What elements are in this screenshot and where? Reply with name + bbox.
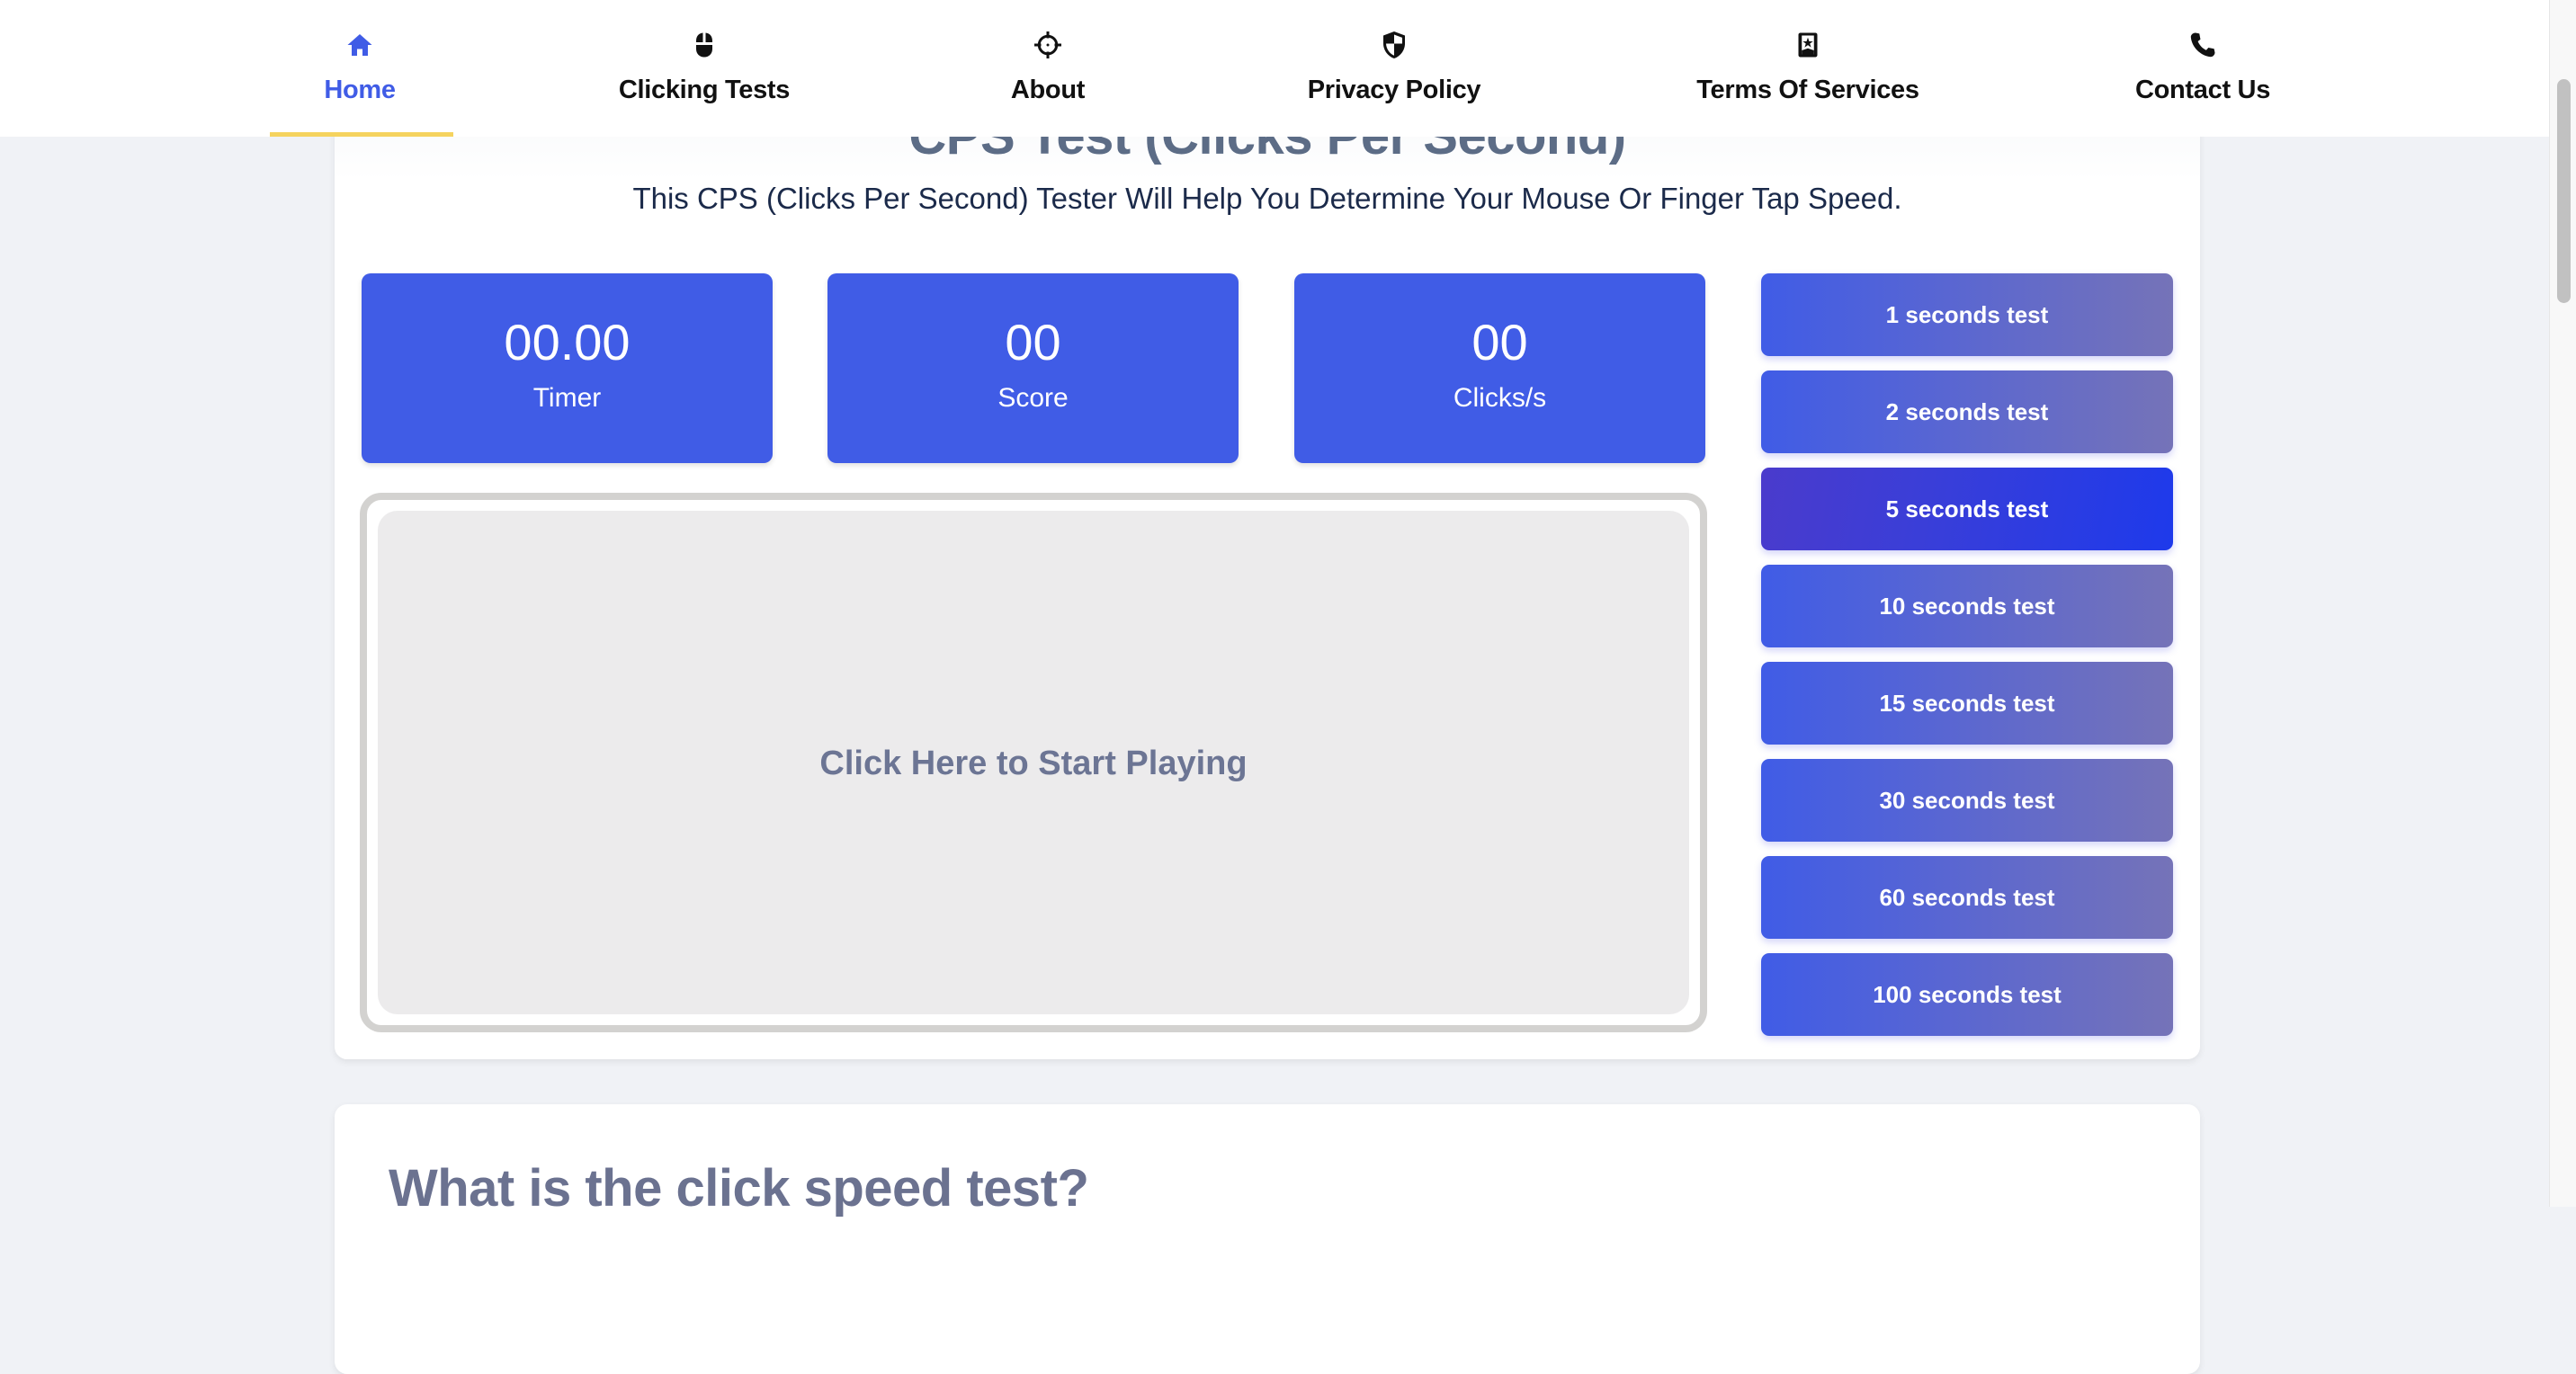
active-nav-underline <box>270 132 453 137</box>
nav-item-about[interactable]: About <box>949 0 1147 137</box>
score-value: 00 <box>1005 314 1061 370</box>
phone-icon <box>2187 29 2219 61</box>
clicks-per-second-value: 00 <box>1471 314 1528 370</box>
nav-item-clicking-tests[interactable]: Clicking Tests <box>605 0 803 137</box>
nav-item-label: Home <box>324 76 396 104</box>
timer-value: 00.00 <box>504 314 631 370</box>
top-nav: Home Clicking Tests About Privacy Policy… <box>0 0 2549 137</box>
nav-item-terms-of-services[interactable]: Terms Of Services <box>1696 0 1919 137</box>
test-60-seconds-button[interactable]: 60 seconds test <box>1761 856 2173 939</box>
nav-item-label: Privacy Policy <box>1307 76 1481 104</box>
timer-label: Timer <box>532 383 602 413</box>
nav-item-label: Terms Of Services <box>1696 76 1919 104</box>
score-stat: 00 Score <box>827 273 1239 463</box>
bookmark-star-icon <box>1792 29 1824 61</box>
test-5-seconds-button[interactable]: 5 seconds test <box>1761 468 2173 550</box>
nav-item-label: About <box>1010 76 1086 104</box>
score-label: Score <box>997 383 1069 413</box>
nav-item-home[interactable]: Home <box>261 0 459 137</box>
clicks-per-second-stat: 00 Clicks/s <box>1294 273 1705 463</box>
test-100-seconds-button[interactable]: 100 seconds test <box>1761 953 2173 1036</box>
nav-item-contact-us[interactable]: Contact Us <box>2104 0 2302 137</box>
clicks-per-second-label: Clicks/s <box>1453 383 1547 413</box>
info-heading: What is the click speed test? <box>389 1159 1089 1218</box>
info-card: What is the click speed test? <box>335 1104 2200 1374</box>
crosshair-icon <box>1032 29 1064 61</box>
nav-item-label: Clicking Tests <box>618 76 791 104</box>
test-2-seconds-button[interactable]: 2 seconds test <box>1761 370 2173 453</box>
scrollbar-thumb[interactable] <box>2557 79 2571 303</box>
click-play-surface[interactable]: Click Here to Start Playing <box>378 511 1689 1014</box>
cps-test-card: CPS Test (Clicks Per Second) This CPS (C… <box>335 99 2200 1059</box>
test-10-seconds-button[interactable]: 10 seconds test <box>1761 565 2173 647</box>
nav-item-label: Contact Us <box>2134 76 2271 104</box>
shield-icon <box>1378 29 1410 61</box>
play-area-text: Click Here to Start Playing <box>819 745 1248 782</box>
page-subtitle: This CPS (Clicks Per Second) Tester Will… <box>632 182 1902 215</box>
mouse-icon <box>688 29 720 61</box>
click-play-area[interactable]: Click Here to Start Playing <box>360 493 1707 1032</box>
page-scrollbar[interactable] <box>2549 0 2576 1207</box>
timer-stat: 00.00 Timer <box>362 273 773 463</box>
test-1-seconds-button[interactable]: 1 seconds test <box>1761 273 2173 356</box>
test-15-seconds-button[interactable]: 15 seconds test <box>1761 662 2173 745</box>
nav-item-privacy-policy[interactable]: Privacy Policy <box>1295 0 1493 137</box>
home-icon <box>344 29 376 61</box>
test-30-seconds-button[interactable]: 30 seconds test <box>1761 759 2173 842</box>
